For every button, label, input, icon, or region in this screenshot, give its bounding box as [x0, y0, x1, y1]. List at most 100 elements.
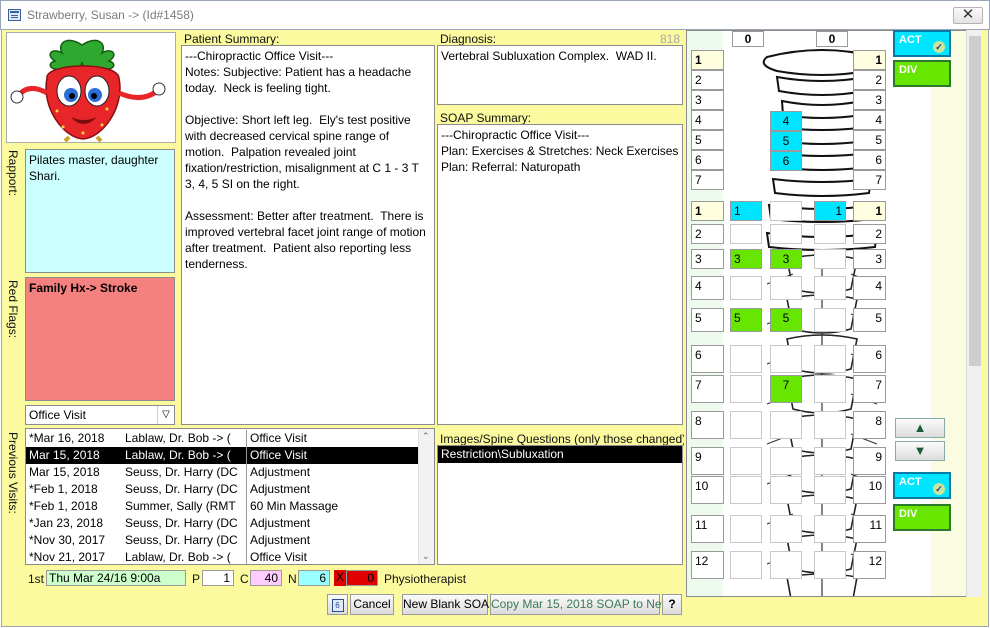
thoracic-mark-left[interactable] — [730, 276, 762, 300]
arrow-up-button[interactable]: ▲ — [895, 418, 945, 438]
thoracic-level-left[interactable]: 11 — [691, 515, 724, 543]
thoracic-level-right[interactable]: 8 — [853, 411, 886, 439]
thoracic-mark-left[interactable] — [730, 476, 762, 504]
thoracic-mark-right[interactable] — [814, 375, 846, 403]
thoracic-mark-left[interactable] — [730, 375, 762, 403]
thoracic-mark-right[interactable] — [814, 447, 846, 475]
thoracic-level-right[interactable]: 11 — [853, 515, 886, 543]
cervical-level-left[interactable]: 2 — [691, 70, 724, 90]
act-button-top[interactable]: ACT ✓ — [893, 30, 951, 57]
thoracic-mark-left[interactable] — [730, 411, 762, 439]
cervical-level-left[interactable]: 6 — [691, 150, 724, 170]
visit-row[interactable]: Mar 15, 2018 Lablaw, Dr. Bob -> (Office V… — [26, 447, 418, 464]
cervical-mark[interactable]: 4 — [770, 111, 802, 131]
thoracic-level-left[interactable]: 8 — [691, 411, 724, 439]
thoracic-mark-right[interactable] — [814, 476, 846, 504]
thoracic-mark-center[interactable]: 3 — [770, 249, 802, 269]
thoracic-level-left[interactable]: 7 — [691, 375, 724, 403]
cervical-level-right[interactable]: 7 — [853, 170, 886, 190]
top-right-counter[interactable]: 0 — [816, 31, 848, 47]
cancel-button[interactable]: Cancel — [350, 594, 394, 615]
chevron-up-icon[interactable]: ⌃ — [422, 431, 430, 442]
previous-visits-list[interactable]: *Mar 16, 2018 Lablaw, Dr. Bob -> (Office … — [25, 428, 435, 565]
visit-row[interactable]: Mar 15, 2018 Seuss, Dr. Harry (DC Adjustme… — [26, 464, 418, 481]
top-left-counter[interactable]: 0 — [732, 31, 764, 47]
thoracic-mark-left[interactable] — [730, 447, 762, 475]
visit-row[interactable]: *Feb 1, 2018 Summer, Sally (RMT 60 Min Mas… — [26, 498, 418, 515]
chevron-down-icon[interactable]: ⌄ — [422, 551, 430, 562]
soap-summary-text[interactable]: ---Chiropractic Office Visit--- Plan: Ex… — [437, 124, 683, 425]
thoracic-mark-center[interactable] — [770, 476, 802, 504]
thoracic-level-left[interactable]: 6 — [691, 345, 724, 373]
thoracic-level-right[interactable]: 12 — [853, 551, 886, 579]
thoracic-level-right[interactable]: 7 — [853, 375, 886, 403]
thoracic-mark-center[interactable]: 5 — [770, 308, 802, 332]
thoracic-mark-right[interactable] — [814, 224, 846, 244]
patient-summary-text[interactable]: ---Chiropractic Office Visit--- Notes: S… — [181, 45, 435, 425]
thoracic-level-right[interactable]: 10 — [853, 476, 886, 504]
visit-row[interactable]: *Mar 16, 2018 Lablaw, Dr. Bob -> (Office … — [26, 430, 418, 447]
cervical-level-left[interactable]: 3 — [691, 90, 724, 110]
cervical-level-left[interactable]: 4 — [691, 110, 724, 130]
cervical-level-right[interactable]: 3 — [853, 90, 886, 110]
thoracic-level-right[interactable]: 6 — [853, 345, 886, 373]
thoracic-level-left[interactable]: 12 — [691, 551, 724, 579]
visits-scrollbar[interactable]: ⌃ ⌄ — [418, 429, 434, 564]
arrow-down-button[interactable]: ▼ — [895, 441, 945, 461]
thoracic-level-left[interactable]: 3 — [691, 249, 724, 269]
thoracic-mark-left[interactable]: 1 — [730, 201, 762, 221]
help-button[interactable]: ? — [662, 594, 682, 615]
thoracic-mark-right[interactable] — [814, 551, 846, 579]
visit-row[interactable]: *Nov 21, 2017 Lablaw, Dr. Bob -> (Office … — [26, 549, 418, 564]
thoracic-mark-right[interactable] — [814, 411, 846, 439]
thoracic-level-left[interactable]: 9 — [691, 447, 724, 475]
visit-row[interactable]: *Nov 30, 2017 Seuss, Dr. Harry (DC Adjustm… — [26, 532, 418, 549]
form-scrollbar[interactable] — [966, 30, 982, 597]
rapport-field[interactable]: Pilates master, daughter Shari. — [25, 149, 175, 273]
thoracic-level-right[interactable]: 9 — [853, 447, 886, 475]
visit-type-select[interactable]: Office Visit ▽ — [25, 405, 175, 425]
div-button-bottom[interactable]: DIV — [893, 504, 951, 531]
thoracic-mark-center[interactable] — [770, 224, 802, 244]
thoracic-mark-center[interactable] — [770, 276, 802, 300]
thoracic-mark-left[interactable] — [730, 345, 762, 373]
thoracic-mark-center[interactable]: 7 — [770, 375, 802, 403]
cervical-level-right[interactable]: 4 — [853, 110, 886, 130]
thoracic-level-right[interactable]: 2 — [853, 224, 886, 244]
thoracic-level-left[interactable]: 10 — [691, 476, 724, 504]
calendar-button[interactable]: 6 — [327, 594, 348, 615]
thoracic-level-left[interactable]: 5 — [691, 308, 724, 332]
thoracic-mark-right[interactable] — [814, 345, 846, 373]
thoracic-mark-left[interactable]: 5 — [730, 308, 762, 332]
thoracic-level-right[interactable]: 3 — [853, 249, 886, 269]
thoracic-level-right[interactable]: 4 — [853, 276, 886, 300]
new-blank-soap-button[interactable]: New Blank SOAP — [402, 594, 497, 615]
diagnosis-text[interactable]: Vertebral Subluxation Complex. WAD II. — [437, 45, 683, 105]
list-item[interactable]: Restriction\Subluxation — [438, 446, 682, 463]
thoracic-mark-left[interactable]: 3 — [730, 249, 762, 269]
cervical-level-left[interactable]: 1 — [691, 50, 724, 70]
close-button[interactable]: ✕ — [953, 7, 983, 24]
thoracic-mark-right[interactable]: 1 — [814, 201, 846, 221]
thoracic-mark-center[interactable] — [770, 447, 802, 475]
thoracic-level-left[interactable]: 4 — [691, 276, 724, 300]
thoracic-mark-left[interactable] — [730, 551, 762, 579]
cervical-level-right[interactable]: 2 — [853, 70, 886, 90]
thoracic-mark-right[interactable] — [814, 308, 846, 332]
thoracic-mark-right[interactable] — [814, 515, 846, 543]
cervical-mark[interactable]: 6 — [770, 151, 802, 171]
thoracic-level-left[interactable]: 1 — [691, 201, 724, 221]
thoracic-level-right[interactable]: 5 — [853, 308, 886, 332]
images-questions-list[interactable]: Restriction\Subluxation — [437, 445, 683, 565]
thoracic-mark-center[interactable] — [770, 551, 802, 579]
thoracic-mark-right[interactable] — [814, 249, 846, 269]
thoracic-mark-right[interactable] — [814, 276, 846, 300]
thoracic-mark-left[interactable] — [730, 515, 762, 543]
red-flags-field[interactable]: Family Hx-> Stroke — [25, 277, 175, 401]
cervical-level-right[interactable]: 5 — [853, 130, 886, 150]
visit-row[interactable]: *Jan 23, 2018 Seuss, Dr. Harry (DC Adjustm… — [26, 515, 418, 532]
act-button-bottom[interactable]: ACT ✓ — [893, 472, 951, 499]
thoracic-mark-center[interactable] — [770, 515, 802, 543]
visit-row[interactable]: *Feb 1, 2018 Seuss, Dr. Harry (DC Adjustme… — [26, 481, 418, 498]
thoracic-mark-center[interactable] — [770, 201, 802, 221]
